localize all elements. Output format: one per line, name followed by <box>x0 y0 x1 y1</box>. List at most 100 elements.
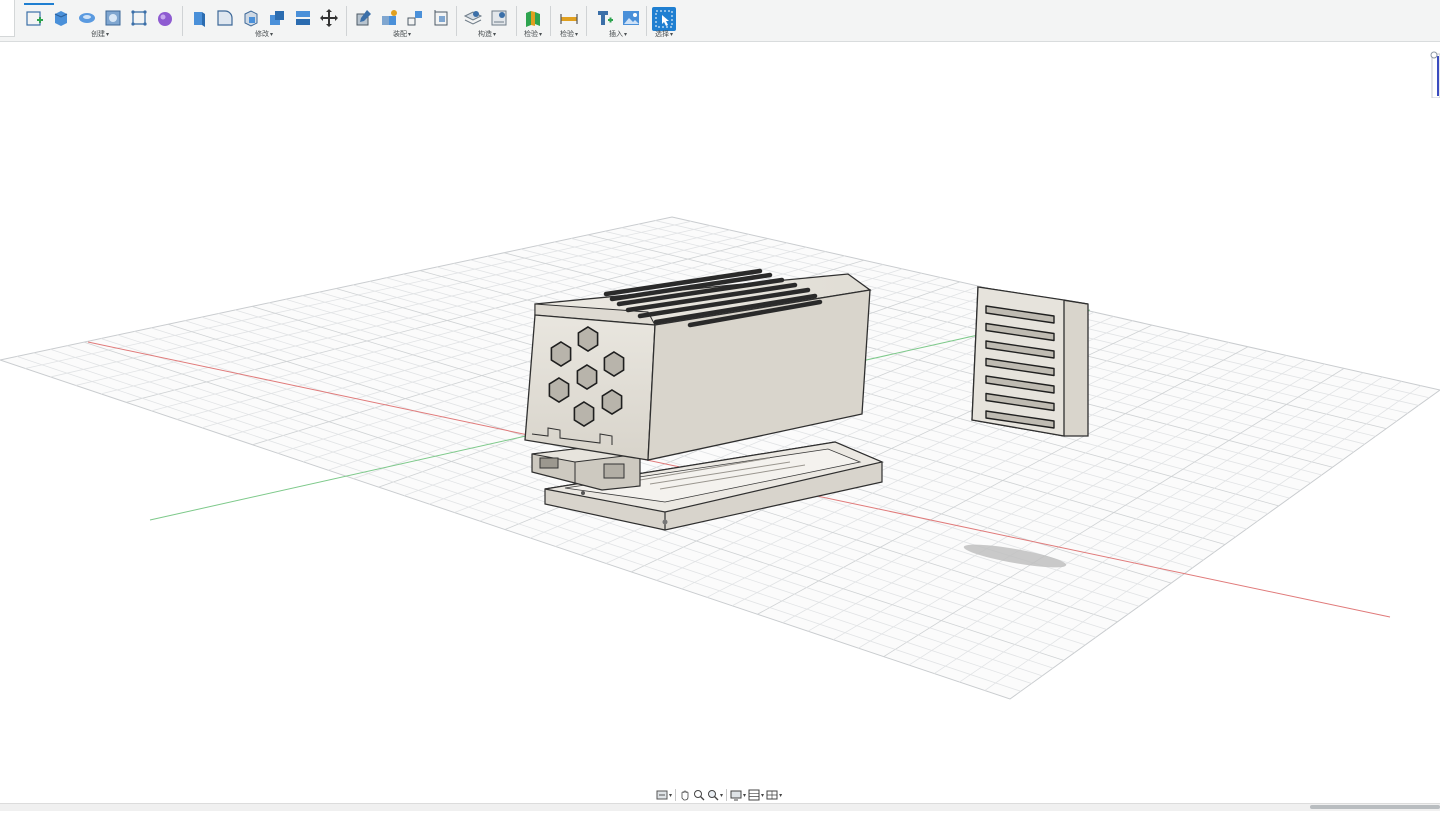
hex-vent-hole <box>577 326 599 352</box>
fillet-button[interactable] <box>214 7 236 29</box>
zebra-analysis-button[interactable] <box>522 7 544 29</box>
chevron-down-icon: ▾ <box>720 792 724 799</box>
sweep-button[interactable] <box>102 7 124 29</box>
inspect-group-label[interactable]: 检验▾ <box>522 31 544 39</box>
hex-vent-hole <box>573 401 595 427</box>
chevron-down-icon: ▾ <box>743 792 747 799</box>
fillet-icon <box>217 10 233 26</box>
insert-group: 插入▾ <box>594 0 642 42</box>
as-built-joint-button[interactable] <box>404 7 426 29</box>
form-button[interactable] <box>154 7 176 29</box>
select-group: 选择▾ <box>652 0 676 42</box>
hex-vent-hole <box>601 389 623 415</box>
toolbar: 创建▾ 修改▾ 装配▾ 构造▾ 检验▾ 检验▾ 插入▾ 选择▾ <box>0 0 1440 42</box>
display-settings-button[interactable]: ▾ <box>730 787 746 803</box>
zoom-button[interactable] <box>693 787 705 803</box>
toolbar-divider <box>182 6 183 36</box>
split-body-button[interactable] <box>292 7 314 29</box>
measure-group: 检验▾ <box>558 0 580 42</box>
insert-canvas-button[interactable] <box>620 7 642 29</box>
move-copy-button[interactable] <box>318 7 340 29</box>
grid-settings-button[interactable]: ▾ <box>748 787 764 803</box>
insert-group-label[interactable]: 插入▾ <box>594 31 642 39</box>
extrude-icon <box>54 11 68 26</box>
hex-vent-hole <box>576 364 598 390</box>
loft-button[interactable] <box>128 7 150 29</box>
form-icon <box>158 12 172 26</box>
data-panel-tab[interactable] <box>0 0 15 37</box>
toolbar-divider <box>586 6 587 36</box>
toolbar-divider <box>456 6 457 36</box>
assemble-group-label[interactable]: 装配▾ <box>352 31 452 39</box>
measure-group-label[interactable]: 检验▾ <box>558 31 580 39</box>
side-grille-panel[interactable] <box>971 286 1089 437</box>
zoom-window-button[interactable]: ▾ <box>707 787 723 803</box>
scene-svg <box>0 216 1440 700</box>
modify-group: 修改▾ <box>188 0 340 42</box>
toolbar-divider <box>646 6 647 36</box>
pan-icon <box>681 790 689 801</box>
viewports-button[interactable]: ▾ <box>766 787 782 803</box>
timeline-scroll-thumb[interactable] <box>1310 805 1440 809</box>
extrude-button[interactable] <box>50 7 72 29</box>
combine-button[interactable] <box>266 7 288 29</box>
grid-settings-icon <box>748 789 760 801</box>
construct-group-label[interactable]: 构造▾ <box>462 31 512 39</box>
press-pull-icon <box>194 12 205 27</box>
navigation-bar: ▾ ▾ ▾ ▾ ▾ <box>656 786 782 804</box>
shell-icon <box>244 10 258 27</box>
select-group-label[interactable]: 选择▾ <box>652 31 676 39</box>
offset-plane-icon <box>463 11 483 25</box>
view-cube[interactable] <box>1428 48 1440 99</box>
nav-divider <box>726 789 728 801</box>
zoom-window-icon <box>708 790 719 801</box>
offset-plane-button[interactable] <box>462 7 484 29</box>
plane-at-angle-icon <box>491 10 507 26</box>
nav-divider <box>675 789 677 801</box>
joint-button[interactable] <box>378 7 400 29</box>
toolbar-divider <box>516 6 517 36</box>
hex-vent-hole <box>548 377 570 403</box>
motion-link-button[interactable] <box>430 7 452 29</box>
revolve-button[interactable] <box>76 7 98 29</box>
canvas-viewport[interactable] <box>0 42 1440 810</box>
new-component-icon <box>356 10 371 26</box>
plane-at-angle-button[interactable] <box>488 7 510 29</box>
motion-link-icon <box>434 10 448 26</box>
move-icon <box>320 9 338 27</box>
as-built-joint-icon <box>407 11 422 26</box>
create-group: 创建▾ <box>24 0 176 42</box>
pan-button[interactable] <box>679 787 691 803</box>
inspect-group: 检验▾ <box>522 0 544 42</box>
zoom-icon <box>694 790 705 801</box>
toolbar-divider <box>346 6 347 36</box>
display-mode-icon <box>730 790 742 801</box>
create-group-label[interactable]: 创建▾ <box>24 31 176 39</box>
measure-icon <box>560 14 578 24</box>
zebra-analysis-icon <box>526 11 540 27</box>
assemble-group: 装配▾ <box>352 0 452 42</box>
toolbar-divider <box>550 6 551 36</box>
orbit-icon <box>656 790 668 800</box>
insert-image-icon <box>623 11 639 25</box>
sketch-icon <box>26 11 43 26</box>
insert-derive-icon <box>598 11 613 25</box>
revolve-icon <box>79 13 95 23</box>
orbit-button[interactable]: ▾ <box>656 787 672 803</box>
loft-icon <box>131 10 147 26</box>
press-pull-button[interactable] <box>188 7 210 29</box>
hex-vent-hole <box>550 341 572 367</box>
view-cube-icon <box>1430 51 1440 99</box>
cursor-icon <box>655 10 673 28</box>
chevron-down-icon: ▾ <box>761 792 765 799</box>
sweep-icon <box>105 10 121 26</box>
select-button[interactable] <box>652 7 676 31</box>
split-body-icon <box>296 11 310 25</box>
measure-button[interactable] <box>558 7 580 29</box>
chevron-down-icon: ▾ <box>779 792 783 799</box>
new-component-button[interactable] <box>352 7 374 29</box>
create-sketch-button[interactable] <box>24 7 46 29</box>
modify-group-label[interactable]: 修改▾ <box>188 31 340 39</box>
insert-derive-button[interactable] <box>594 7 616 29</box>
shell-button[interactable] <box>240 7 262 29</box>
